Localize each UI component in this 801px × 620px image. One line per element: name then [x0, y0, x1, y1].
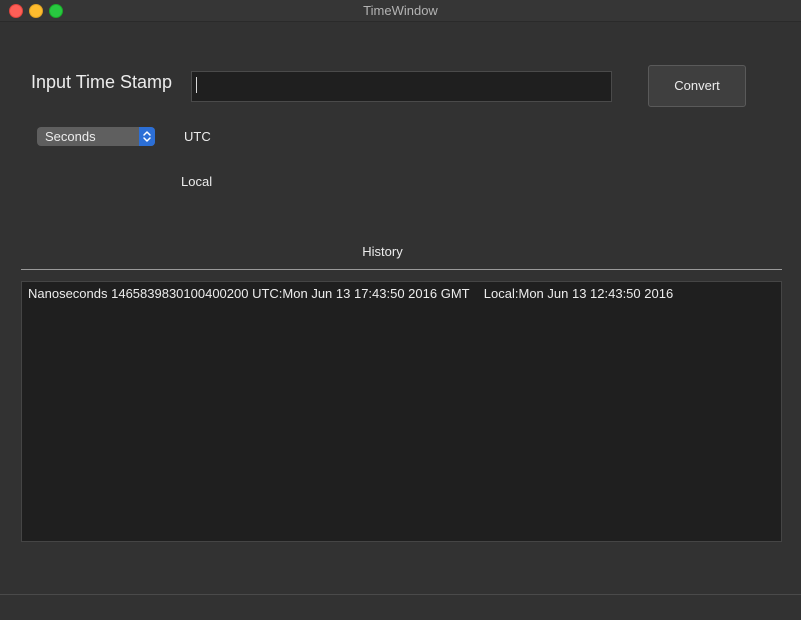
history-divider: [21, 269, 782, 270]
bottom-separator: [0, 594, 801, 595]
time-window: TimeWindow Input Time Stamp Convert Seco…: [0, 0, 801, 620]
timestamp-input[interactable]: [191, 71, 612, 102]
utc-label: UTC: [184, 129, 211, 144]
title-bar[interactable]: TimeWindow: [0, 0, 801, 22]
chevron-up-down-icon[interactable]: [139, 127, 155, 146]
local-label: Local: [181, 174, 213, 189]
unit-select-value: Seconds: [45, 129, 96, 144]
history-list[interactable]: Nanoseconds 1465839830100400200 UTC:Mon …: [21, 281, 782, 542]
input-timestamp-label: Input Time Stamp: [31, 72, 173, 92]
convert-button[interactable]: Convert: [648, 65, 746, 107]
unit-select[interactable]: Seconds: [37, 127, 155, 146]
window-title: TimeWindow: [363, 3, 438, 18]
text-caret: [196, 77, 197, 93]
history-label: History: [362, 244, 403, 259]
history-entry[interactable]: Nanoseconds 1465839830100400200 UTC:Mon …: [28, 285, 673, 302]
